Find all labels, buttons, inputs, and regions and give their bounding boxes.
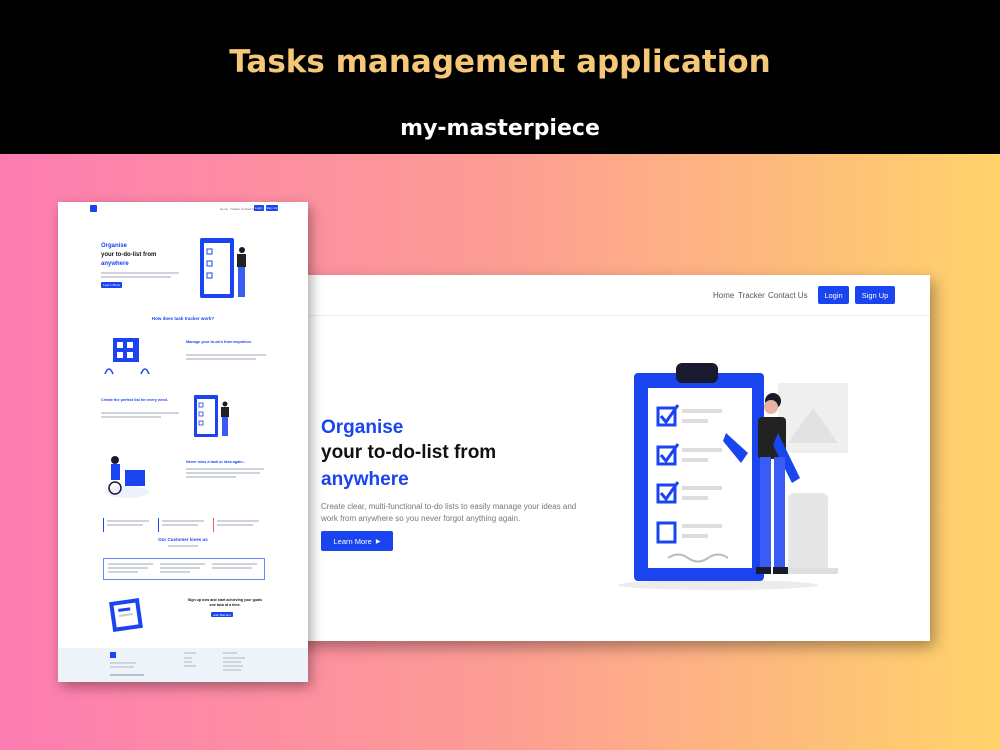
person-shoe [756, 567, 771, 574]
hero-heading-line3: anywhere [321, 469, 409, 490]
feature-text-placeholder [186, 468, 264, 470]
footer-link[interactable] [184, 657, 192, 659]
clipboard-person-illustration [618, 363, 848, 590]
testimonials-box [103, 558, 265, 580]
testimonials-subtitle-placeholder [168, 545, 198, 547]
hero-description-placeholder [101, 272, 179, 274]
manage-illustration [104, 338, 150, 375]
chair-seat [783, 568, 838, 574]
feature-text-placeholder [101, 412, 179, 414]
task-line [682, 524, 722, 528]
hero-illustration [200, 238, 246, 298]
feature-text-placeholder [186, 354, 266, 356]
footer [58, 648, 308, 682]
footer-text-placeholder [110, 662, 136, 664]
learn-more-button[interactable]: Learn More ▶ [321, 531, 393, 551]
task-line [682, 448, 722, 452]
footer-link[interactable] [184, 661, 192, 663]
signup-illustration [109, 598, 143, 632]
feature-title-3: Never miss a task or idea again... [186, 460, 246, 464]
nav-link-home[interactable]: Home [220, 207, 228, 211]
footer-contact [223, 669, 241, 671]
chair-back [788, 493, 828, 573]
feature-text-placeholder [186, 476, 236, 478]
footer-contact [223, 661, 241, 663]
logo-icon [90, 205, 97, 212]
person-leg-right [774, 457, 785, 569]
feature-text-placeholder [101, 416, 161, 418]
feature-title-2: Create the perfect list for every need. [101, 398, 168, 402]
learn-more-button[interactable]: Learn More [101, 282, 122, 288]
info-card [213, 518, 262, 532]
page-subtitle: my-masterpiece [400, 116, 600, 141]
task-line [682, 409, 722, 413]
signup-button[interactable]: Sign Up [855, 286, 895, 304]
hero-description-placeholder [101, 276, 171, 278]
info-card [103, 518, 152, 532]
footer-col-title [184, 652, 196, 654]
footer-logo-icon [110, 652, 116, 658]
task-line [682, 486, 722, 490]
feature-text-placeholder [186, 358, 256, 360]
footer-col-title [223, 652, 237, 654]
desktop-navbar: Home Tracker Contact Us Login Sign Up [290, 275, 930, 316]
footer-contact [223, 665, 243, 667]
never-miss-illustration [105, 456, 149, 498]
hero-heading-line3: anywhere [101, 261, 129, 267]
footer-contact [223, 657, 245, 659]
task-line [682, 458, 708, 462]
floor-shadow [618, 580, 818, 590]
testimonials-heading: Our Customer loves us [158, 537, 208, 542]
signup-button[interactable]: Sign Up [266, 205, 278, 211]
task-line [682, 496, 708, 500]
person-head [764, 400, 778, 414]
learn-more-label: Learn More [333, 536, 372, 546]
person-leg-left [760, 457, 771, 569]
create-list-illustration [194, 395, 229, 437]
play-arrow-icon: ▶ [375, 538, 381, 545]
person-shoe [773, 567, 788, 574]
signup-heading: Sign up now and start achieving your goa… [187, 598, 263, 607]
hero-description: Create clear, multi-functional to-do lis… [321, 502, 577, 523]
page-title: Tasks management application [229, 44, 771, 80]
get-started-button[interactable]: Get Started [211, 612, 233, 617]
task-line [682, 419, 708, 423]
how-it-works-heading: How does task tracker work? [151, 316, 215, 321]
hero-heading-line1: Organise [101, 243, 128, 249]
feature-title-1: Manage your to-do's from anywhere. [186, 340, 253, 344]
nav-link-tracker[interactable]: Tracker [738, 291, 765, 300]
info-card [158, 518, 207, 532]
hero-heading-line2: your to-do-list from [101, 252, 157, 258]
footer-link[interactable] [184, 665, 196, 667]
social-icons-row[interactable] [110, 674, 144, 676]
hero-heading-line2: your to-do-list from [321, 442, 497, 463]
showcase-stage: Home Tracker Contact Us Login Sign Up Or… [0, 154, 1000, 750]
login-button[interactable]: Login [818, 286, 849, 304]
task-line [682, 534, 708, 538]
nav-link-home[interactable]: Home [713, 291, 734, 300]
login-button[interactable]: Login [254, 205, 264, 211]
fullpage-screenshot: Home Tracker Contact Us Login Sign Up Or… [58, 202, 308, 682]
hero-heading-line1: Organise [321, 417, 404, 438]
nav-link-contact[interactable]: Contact Us [768, 291, 808, 300]
clipboard-clip [676, 363, 718, 383]
feature-text-placeholder [186, 472, 260, 474]
footer-text-placeholder [110, 666, 134, 668]
desktop-screenshot: Home Tracker Contact Us Login Sign Up Or… [290, 275, 930, 641]
banner: Tasks management application my-masterpi… [0, 0, 1000, 154]
nav-link-tracker[interactable]: Tracker [230, 207, 240, 211]
